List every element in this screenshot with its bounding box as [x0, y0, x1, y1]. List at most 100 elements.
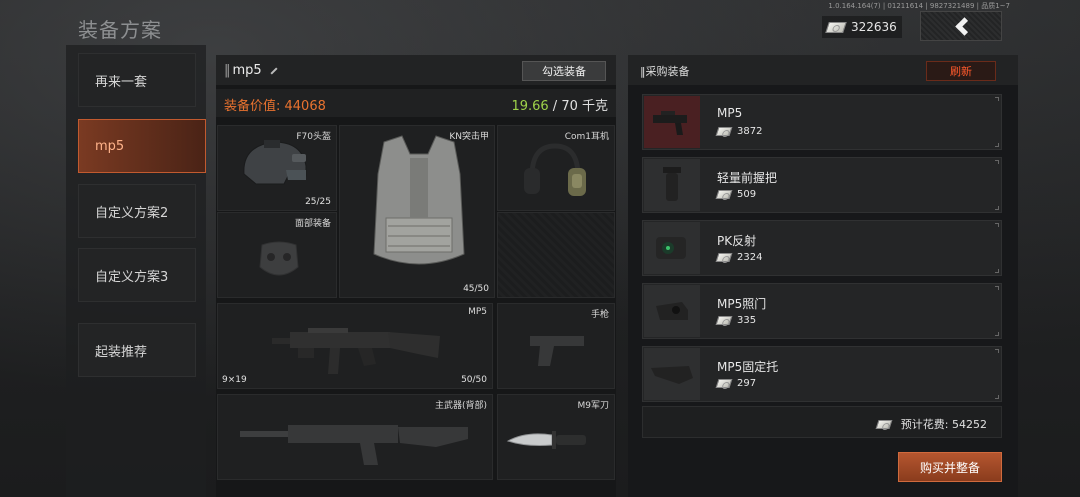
value-row: 装备价值: 44068 19.66 / 70 千克 — [216, 89, 616, 117]
slot-label: 手枪 — [590, 310, 609, 320]
rifle-icon — [240, 425, 468, 465]
weight-current: 19.66 — [511, 99, 549, 114]
corner-mark — [995, 143, 999, 147]
slot-label: M9军刀 — [577, 401, 610, 411]
cash-icon — [715, 190, 733, 199]
preset-item[interactable]: 自定义方案3 — [78, 248, 196, 302]
slot-durability: 25/25 — [305, 197, 331, 207]
edit-icon[interactable] — [270, 66, 278, 75]
cash-icon — [715, 316, 733, 325]
chevron-left-icon — [954, 16, 974, 36]
plan-bar-marker: ‖ — [224, 63, 231, 78]
refresh-button[interactable]: 刷新 — [926, 61, 996, 81]
shop-item[interactable]: 轻量前握把 509 — [642, 157, 1002, 213]
slot-durability: 45/50 — [463, 284, 489, 294]
item-price: 2324 — [715, 252, 762, 263]
shop-item[interactable]: PK反射 2324 — [642, 220, 1002, 276]
shop-title: ‖采购装备 — [640, 65, 690, 78]
preset-item[interactable]: 起装推荐 — [78, 323, 196, 377]
armor-slot[interactable]: KN突击甲 45/50 — [339, 125, 495, 298]
corner-mark — [995, 395, 999, 399]
mp5-weapon-icon — [272, 328, 440, 374]
slot-label: 面部装备 — [294, 219, 331, 229]
preset-label: 再来一套 — [95, 74, 148, 90]
select-equipment-button[interactable]: 勾选装备 — [522, 61, 606, 81]
weight-max: / 70 千克 — [548, 99, 608, 114]
item-name: 轻量前握把 — [717, 171, 778, 185]
estimate-text: 预计花费: 54252 — [900, 418, 987, 431]
fixed-stock-icon — [651, 366, 693, 384]
corner-mark — [995, 349, 999, 353]
plan-name[interactable]: ‖ mp5 — [224, 63, 278, 78]
face-slot[interactable]: 面部装备 — [217, 212, 337, 298]
item-thumbnail — [644, 96, 700, 148]
knife-icon — [506, 431, 586, 449]
corner-mark — [995, 223, 999, 227]
corner-mark — [995, 269, 999, 273]
cash-icon — [715, 253, 733, 262]
shop-header: ‖采购装备 刷新 — [628, 55, 1018, 85]
foregrip-icon — [663, 167, 681, 201]
slot-label: MP5 — [468, 307, 487, 317]
slot-label: Com1耳机 — [564, 132, 609, 142]
back-button[interactable] — [920, 11, 1002, 41]
version-text: 1.0.164.164(7) | 01211614 | 9827321489 |… — [828, 2, 1010, 10]
corner-mark — [995, 332, 999, 336]
shop-panel: ‖采购装备 刷新 MP5 3872 轻量前握把 509 PK反射 2324 MP… — [628, 55, 1018, 497]
preset-item[interactable]: 再来一套 — [78, 53, 196, 107]
preset-item-active[interactable]: mp5 — [78, 119, 206, 173]
preset-label: 自定义方案2 — [95, 205, 169, 221]
corner-mark — [995, 206, 999, 210]
item-price-value: 335 — [737, 315, 757, 326]
preset-item[interactable]: 自定义方案2 — [78, 184, 196, 238]
back-weapon-slot[interactable]: 主武器(背部) — [217, 394, 493, 480]
pistol-slot[interactable]: 手枪 — [497, 303, 615, 389]
red-dot-sight-icon — [656, 237, 686, 259]
cash-icon — [825, 21, 847, 33]
shop-item[interactable]: MP5固定托 297 — [642, 346, 1002, 402]
mp5-receiver-icon — [653, 111, 687, 135]
shop-item[interactable]: MP5照门 335 — [642, 283, 1002, 339]
item-thumbnail — [644, 285, 700, 337]
preset-label: 自定义方案3 — [95, 269, 169, 285]
helmet-slot[interactable]: F70头盔 25/25 — [217, 125, 337, 211]
ammo-type: 9×19 — [222, 375, 247, 385]
slot-durability: 50/50 — [461, 375, 487, 385]
item-name: PK反射 — [717, 234, 757, 248]
rear-sight-icon — [656, 302, 688, 320]
buy-and-equip-button[interactable]: 购买并整备 — [898, 452, 1002, 482]
helmet-icon — [243, 140, 307, 185]
preset-label: mp5 — [95, 138, 125, 154]
headset-slot[interactable]: Com1耳机 — [497, 125, 615, 211]
item-thumbnail — [644, 222, 700, 274]
corner-mark — [995, 286, 999, 290]
estimated-cost: 预计花费: 54252 — [642, 406, 1002, 438]
item-price: 335 — [715, 315, 757, 326]
loadout-panel: ‖ mp5 勾选装备 装备价值: 44068 19.66 / 70 千克 F70头… — [216, 55, 616, 497]
primary-weapon-slot[interactable]: MP5 9×19 50/50 — [217, 303, 493, 389]
knife-slot[interactable]: M9军刀 — [497, 394, 615, 480]
face-mask-icon — [259, 241, 299, 276]
page-title: 装备方案 — [78, 18, 162, 42]
item-thumbnail — [644, 348, 700, 400]
item-name: MP5 — [717, 106, 743, 120]
item-price-value: 509 — [737, 189, 757, 200]
shop-item[interactable]: MP5 3872 — [642, 94, 1002, 150]
empty-slot[interactable] — [497, 212, 615, 298]
item-price-value: 3872 — [737, 126, 763, 137]
item-name: MP5照门 — [717, 297, 767, 311]
estimate-inner: 预计花费: 54252 — [875, 416, 987, 432]
preset-list: 再来一套 mp5 自定义方案2 自定义方案3 起装推荐 — [66, 45, 206, 497]
body-armor-icon — [373, 135, 465, 265]
corner-mark — [995, 97, 999, 101]
item-price: 509 — [715, 189, 757, 200]
headset-icon — [524, 143, 586, 196]
currency-display: 322636 — [822, 16, 902, 38]
item-price: 297 — [715, 378, 756, 389]
currency-amount: 322636 — [851, 20, 897, 34]
item-thumbnail — [644, 159, 700, 211]
corner-mark — [995, 160, 999, 164]
plan-name-text: mp5 — [232, 63, 262, 78]
cash-icon — [875, 419, 893, 429]
pistol-icon — [530, 336, 584, 366]
